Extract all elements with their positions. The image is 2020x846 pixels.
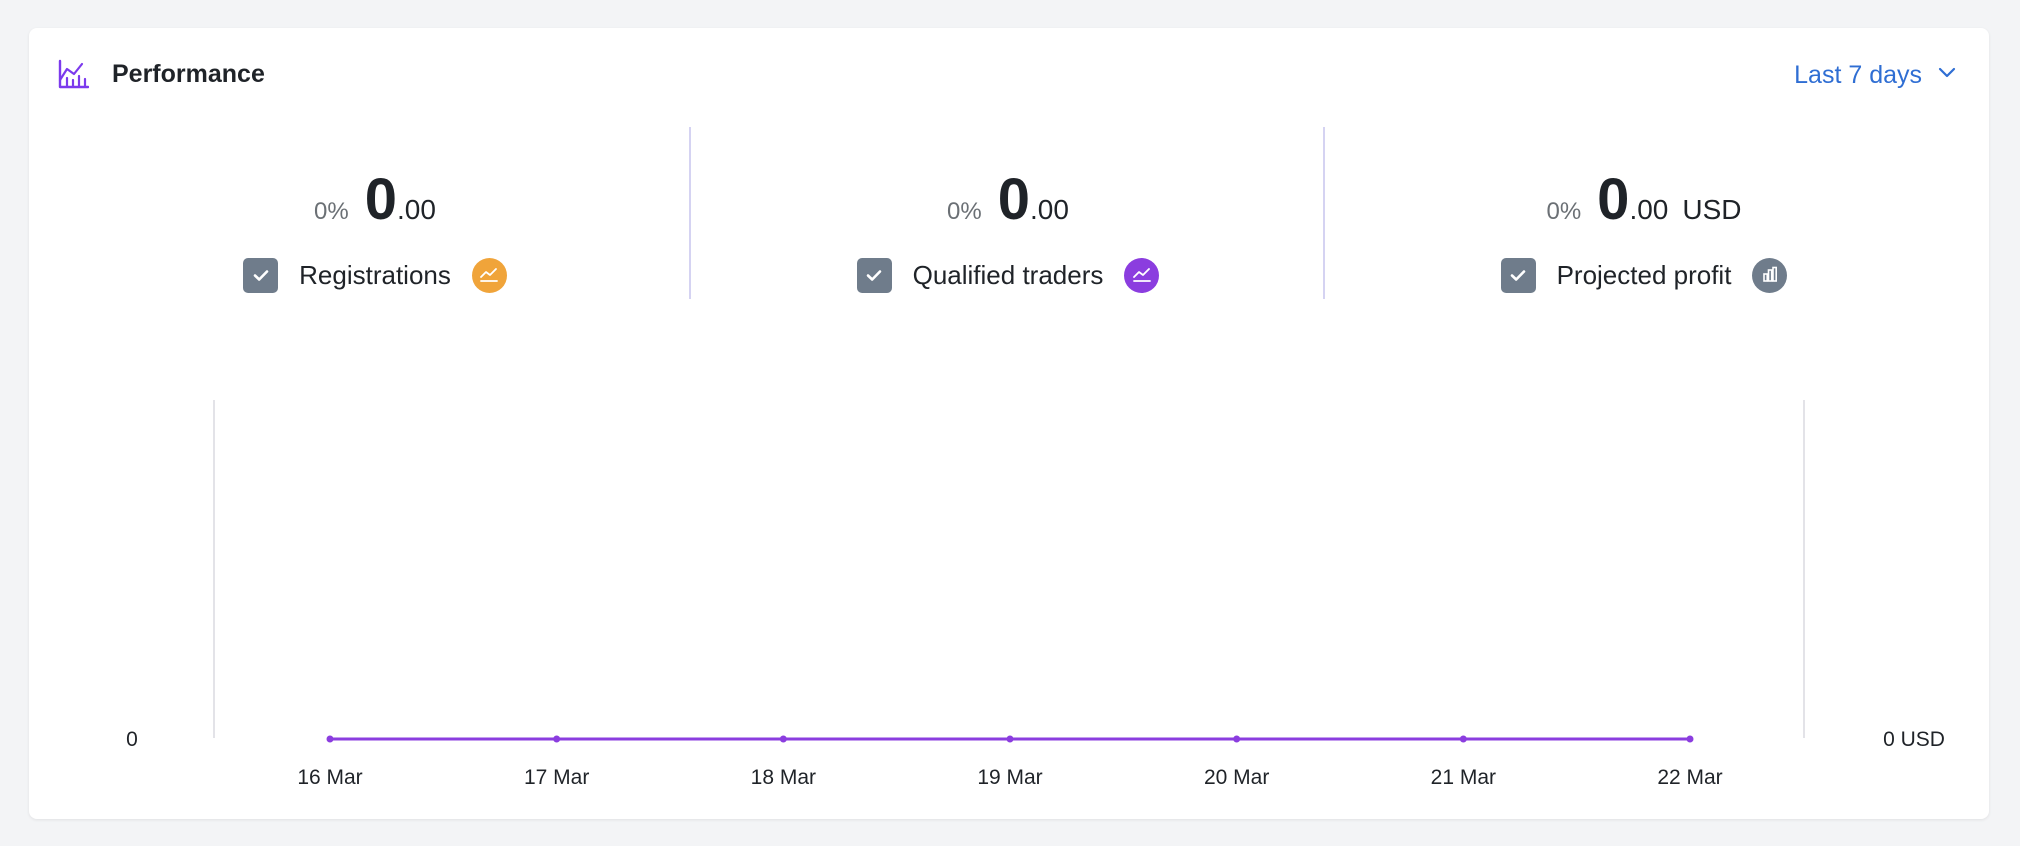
metric-value: 0% 0 .00 USD <box>1546 171 1741 243</box>
metric-decimal: .00 <box>1629 194 1669 225</box>
metric-change-percent: 0% <box>947 198 982 225</box>
metric-change-percent: 0% <box>1546 198 1582 225</box>
projected-profit-checkbox[interactable] <box>1500 257 1536 293</box>
page-title: Performance <box>112 60 265 88</box>
bar-chart-icon <box>57 58 90 90</box>
metric-projected-profit: 0% 0 .00 USD Projected profit <box>1470 127 1818 299</box>
date-range-dropdown[interactable]: Last 7 days <box>1794 58 1958 92</box>
metric-legend: Qualified traders <box>856 255 1160 295</box>
metric-decimal: .00 <box>397 194 436 225</box>
metric-change-percent: 0% <box>314 198 349 225</box>
metric-integer: 0 <box>364 167 397 232</box>
metric-divider <box>689 127 691 299</box>
metric-unit: USD <box>1682 194 1742 225</box>
metric-label: Projected profit <box>1556 259 1732 290</box>
metric-legend: Registrations <box>243 255 507 295</box>
check-icon <box>1510 270 1526 281</box>
card-header: Performance Last 7 days <box>29 28 1989 118</box>
metric-integer: 0 <box>1597 167 1630 232</box>
metric-value: 0% 0 .00 <box>947 171 1069 243</box>
registrations-checkbox[interactable] <box>243 257 279 293</box>
chevron-down-icon <box>1936 61 1958 90</box>
metric-value: 0% 0 .00 <box>314 171 436 243</box>
area-chart-icon <box>1124 257 1160 293</box>
metric-legend: Projected profit <box>1500 255 1788 295</box>
check-icon <box>253 270 268 281</box>
metric-divider <box>1323 127 1325 299</box>
qualified-traders-checkbox[interactable] <box>856 257 892 293</box>
bar-chart-icon <box>1752 257 1788 293</box>
metric-decimal: .00 <box>1030 194 1069 225</box>
metric-label: Qualified traders <box>912 259 1104 290</box>
metric-qualified-traders: 0% 0 .00 Qualified traders <box>830 127 1186 299</box>
metric-label: Registrations <box>299 259 451 290</box>
area-chart-icon <box>471 257 507 293</box>
metric-registrations: 0% 0 .00 Registrations <box>230 127 520 299</box>
check-icon <box>866 270 882 281</box>
metric-integer: 0 <box>997 167 1030 232</box>
date-range-label: Last 7 days <box>1794 60 1922 89</box>
